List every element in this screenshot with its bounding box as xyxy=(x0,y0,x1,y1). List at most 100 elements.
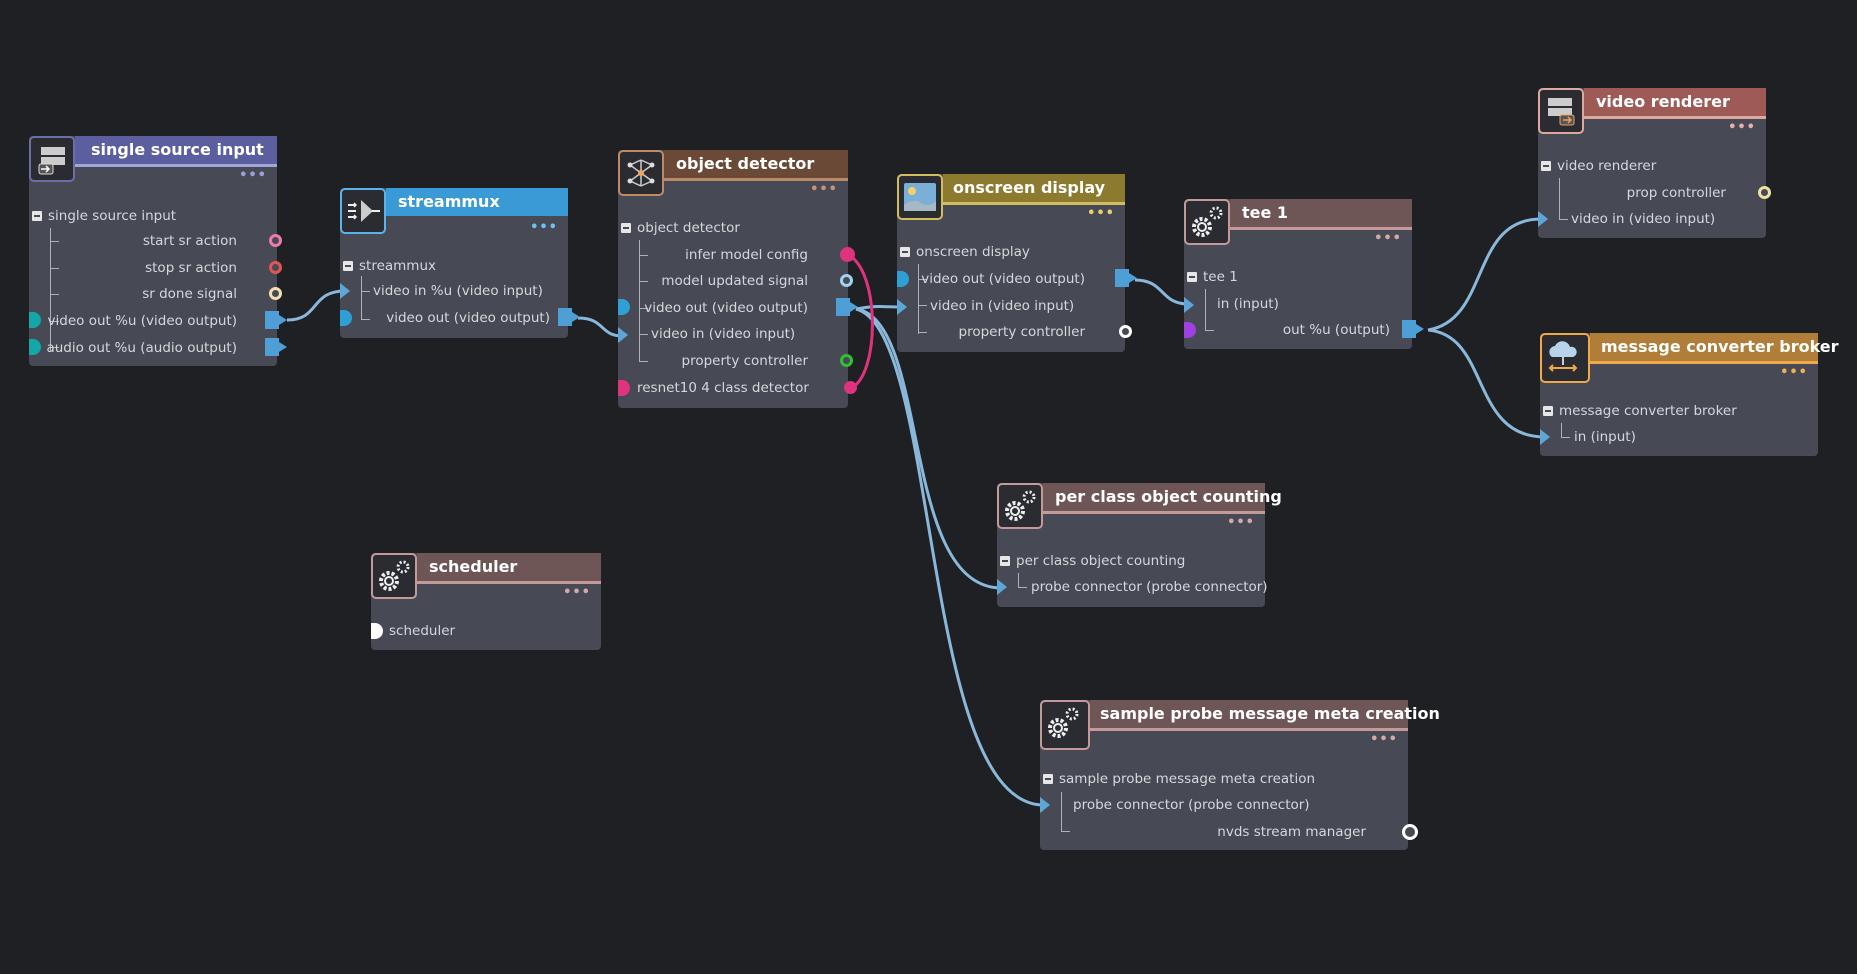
port-label: audio out %u (audio output) xyxy=(46,340,237,356)
neural-network-icon xyxy=(618,150,664,196)
collapse-icon[interactable] xyxy=(32,211,42,221)
node-title: per class object counting xyxy=(1055,487,1282,506)
node-title: scheduler xyxy=(429,557,518,576)
sr-done-signal-port[interactable] xyxy=(269,287,282,300)
collapse-icon[interactable] xyxy=(900,247,910,257)
more-options-icon[interactable]: ••• xyxy=(1728,121,1756,134)
wire-detector-to-osd xyxy=(855,305,903,311)
mux-icon xyxy=(340,188,386,234)
node-object-detector[interactable]: object detector ••• object detector infe… xyxy=(618,150,858,408)
group-label: message converter broker xyxy=(1559,403,1737,419)
collapse-icon[interactable] xyxy=(1187,272,1197,282)
node-onscreen-display[interactable]: onscreen display ••• onscreen display vi… xyxy=(897,174,1137,352)
port-label: resnet10 4 class detector xyxy=(637,380,809,396)
property-controller-port[interactable] xyxy=(840,354,853,367)
group-label: onscreen display xyxy=(916,244,1030,260)
infer-model-config-port[interactable] xyxy=(840,247,855,262)
port-label: video in %u (video input) xyxy=(373,283,543,299)
port-label: video in (video input) xyxy=(651,326,796,342)
start-sr-action-port[interactable] xyxy=(269,234,282,247)
more-options-icon[interactable]: ••• xyxy=(1087,207,1115,220)
port-label: video in (video input) xyxy=(930,298,1075,314)
more-options-icon[interactable]: ••• xyxy=(1370,733,1398,746)
audio-out-port[interactable] xyxy=(265,338,287,356)
port-label: start sr action xyxy=(142,233,237,249)
more-options-icon[interactable]: ••• xyxy=(1374,232,1402,245)
port-label: out %u (output) xyxy=(1282,322,1390,338)
node-tee-1[interactable]: tee 1 ••• tee 1 in (input) out %u (outpu… xyxy=(1184,199,1424,349)
more-options-icon[interactable]: ••• xyxy=(530,221,558,234)
port-label: in (input) xyxy=(1574,429,1636,445)
collapse-icon[interactable] xyxy=(343,261,353,271)
port-label: video out (video output) xyxy=(644,300,808,316)
collapse-icon[interactable] xyxy=(1000,556,1010,566)
server-sink-icon xyxy=(1538,88,1584,134)
port-label: in (input) xyxy=(1217,296,1279,312)
image-icon xyxy=(897,174,943,220)
gears-icon xyxy=(1040,700,1090,750)
port-label: video out (video output) xyxy=(921,271,1085,287)
node-video-renderer[interactable]: video renderer ••• video renderer prop c… xyxy=(1538,88,1771,238)
resnet-signal-out[interactable] xyxy=(844,381,857,394)
node-per-class-object-counting[interactable]: per class object counting ••• per class … xyxy=(997,483,1282,607)
node-scheduler[interactable]: scheduler ••• scheduler xyxy=(371,553,601,650)
collapse-icon[interactable] xyxy=(1541,161,1551,171)
port-label: model updated signal xyxy=(661,273,808,289)
port-label: probe connector (probe connector) xyxy=(1031,579,1268,595)
collapse-icon[interactable] xyxy=(1043,774,1053,784)
collapse-icon[interactable] xyxy=(621,223,631,233)
wire-source-to-streammux xyxy=(286,289,346,322)
port-label: property controller xyxy=(681,353,808,369)
more-options-icon[interactable]: ••• xyxy=(563,586,591,599)
node-title: sample probe message meta creation xyxy=(1100,704,1440,723)
more-options-icon[interactable]: ••• xyxy=(1780,366,1808,379)
group-label: single source input xyxy=(48,208,177,224)
out-port[interactable] xyxy=(1402,320,1424,338)
node-title: message converter broker xyxy=(1601,337,1839,356)
node-title: streammux xyxy=(398,192,500,211)
port-label: property controller xyxy=(958,324,1085,340)
wire-model-signal xyxy=(847,253,874,390)
group-label: sample probe message meta creation xyxy=(1059,771,1316,787)
node-title: video renderer xyxy=(1596,92,1730,111)
more-options-icon[interactable]: ••• xyxy=(239,169,267,182)
nvds-stream-manager-port[interactable] xyxy=(1402,824,1418,840)
cloud-broker-icon xyxy=(1540,333,1590,383)
port-label: infer model config xyxy=(685,247,808,263)
collapse-icon[interactable] xyxy=(1543,406,1553,416)
model-updated-signal-port[interactable] xyxy=(840,274,853,287)
node-streammux[interactable]: streammux ••• streammux video in %u (vid… xyxy=(340,188,580,338)
server-source-icon xyxy=(29,136,75,182)
prop-controller-port[interactable] xyxy=(1758,186,1771,199)
more-options-icon[interactable]: ••• xyxy=(810,183,838,196)
video-out-port[interactable] xyxy=(265,311,287,329)
node-single-source-input[interactable]: single source input ••• single source in… xyxy=(29,136,287,366)
video-out-port[interactable] xyxy=(1115,269,1137,287)
group-label: object detector xyxy=(637,220,740,236)
group-label: tee 1 xyxy=(1203,269,1238,285)
node-sample-probe-message-meta-creation[interactable]: sample probe message meta creation ••• s… xyxy=(1040,700,1440,850)
gears-icon xyxy=(1184,199,1230,245)
wire-tee-to-renderer xyxy=(1427,217,1541,332)
node-title: object detector xyxy=(676,154,815,173)
port-label: scheduler xyxy=(389,623,456,639)
node-title: tee 1 xyxy=(1242,203,1289,222)
node-message-converter-broker[interactable]: message converter broker ••• message con… xyxy=(1540,333,1839,456)
stop-sr-action-port[interactable] xyxy=(269,261,282,274)
group-label: per class object counting xyxy=(1016,553,1186,569)
wire-tee-to-broker xyxy=(1427,328,1546,439)
node-title: onscreen display xyxy=(953,178,1106,197)
video-out-port[interactable] xyxy=(836,298,858,316)
port-label: prop controller xyxy=(1626,185,1726,201)
port-label: probe connector (probe connector) xyxy=(1073,797,1310,813)
more-options-icon[interactable]: ••• xyxy=(1227,516,1255,529)
gears-icon xyxy=(997,483,1043,529)
property-controller-port[interactable] xyxy=(1119,325,1132,338)
wire-streammux-to-detector xyxy=(577,316,623,338)
port-label: stop sr action xyxy=(145,260,237,276)
video-out-port[interactable] xyxy=(558,308,580,326)
group-label: video renderer xyxy=(1557,158,1657,174)
port-label: video in (video input) xyxy=(1571,211,1716,227)
gears-icon xyxy=(371,553,417,599)
wire-osd-to-tee xyxy=(1134,278,1189,306)
